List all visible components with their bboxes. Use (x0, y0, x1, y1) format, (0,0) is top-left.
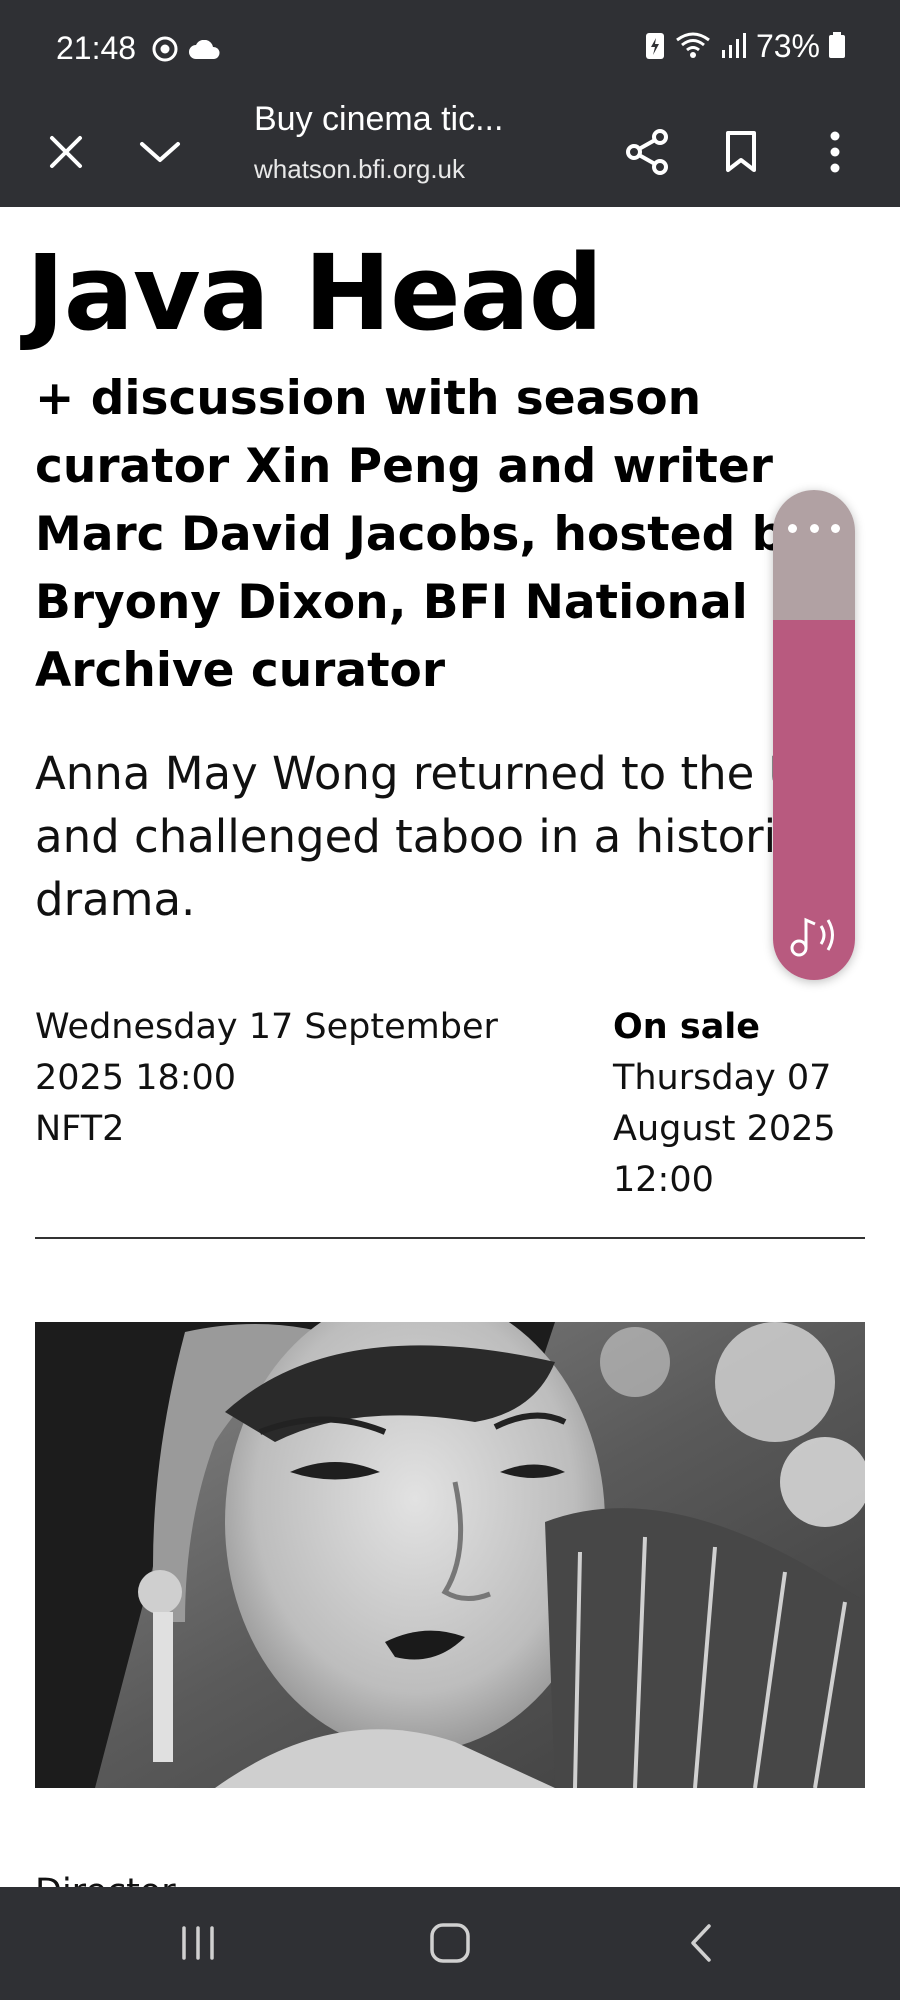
widget-top[interactable] (773, 490, 855, 620)
page-content: Java Head + discussion with season curat… (0, 207, 900, 1887)
status-time: 21:48 (56, 30, 137, 66)
status-right: 73% (644, 28, 846, 65)
browser-toolbar: Buy cinema tic... whatson.bfi.org.uk (0, 100, 900, 207)
subtitle-line: Bryony Dixon, BFI National (35, 575, 748, 630)
home-button[interactable] (410, 1915, 490, 1975)
on-sale-line: August 2025 (613, 1109, 836, 1149)
on-sale-date: Thursday 07 August 2025 12:00 (613, 1053, 836, 1206)
event-date-line: Wednesday 17 September (35, 1007, 498, 1047)
description-line: Anna May Wong returned to the UK (35, 747, 832, 800)
floating-media-widget[interactable] (773, 490, 855, 980)
on-sale-line: Thursday 07 (613, 1058, 832, 1098)
recents-icon (178, 1923, 218, 1967)
subtitle-line: Archive curator (35, 643, 446, 698)
more-vertical-icon (829, 130, 841, 178)
subtitle-line: + discussion with season (35, 371, 702, 426)
on-sale-line: 12:00 (613, 1160, 714, 1200)
event-description: Anna May Wong returned to the UK and cha… (35, 742, 841, 931)
page-tab-title: Buy cinema tic... (254, 100, 504, 138)
event-title: Java Head (26, 232, 603, 354)
director-heading: Director (35, 1872, 176, 1887)
audio-icon[interactable] (785, 910, 845, 964)
battery-saver-icon (644, 30, 666, 64)
on-sale-label: On sale (613, 1007, 761, 1047)
signal-icon (720, 30, 748, 64)
cloud-icon (188, 39, 222, 64)
bookmark-icon (723, 130, 759, 178)
event-date: Wednesday 17 September 2025 18:00 (35, 1002, 498, 1104)
bookmark-button[interactable] (709, 122, 773, 186)
subtitle-line: curator Xin Peng and writer (35, 439, 773, 494)
divider (35, 1237, 865, 1239)
description-line: drama. (35, 873, 196, 926)
wifi-icon (674, 30, 712, 64)
event-subtitle: + discussion with season curator Xin Pen… (35, 365, 895, 705)
back-button[interactable] (662, 1915, 742, 1975)
share-icon (624, 128, 670, 180)
share-button[interactable] (615, 122, 679, 186)
navigation-bar (0, 1887, 900, 2000)
battery-percentage: 73% (755, 28, 820, 64)
film-still-image (35, 1322, 865, 1788)
event-date-line: 2025 18:00 (35, 1058, 237, 1098)
description-line: and challenged taboo in a historical (35, 810, 841, 863)
recents-button[interactable] (158, 1915, 238, 1975)
page-domain: whatson.bfi.org.uk (254, 154, 466, 184)
subtitle-line: Marc David Jacobs, hosted by (35, 507, 816, 562)
event-venue: NFT2 (35, 1109, 125, 1149)
status-bar: 21:48 73% (0, 0, 900, 100)
more-horizontal-icon[interactable] (788, 520, 840, 536)
back-icon (687, 1922, 717, 1968)
chrome-icon (152, 36, 178, 66)
battery-icon (828, 30, 846, 64)
home-icon (429, 1922, 471, 1968)
more-options-button[interactable] (803, 122, 867, 186)
